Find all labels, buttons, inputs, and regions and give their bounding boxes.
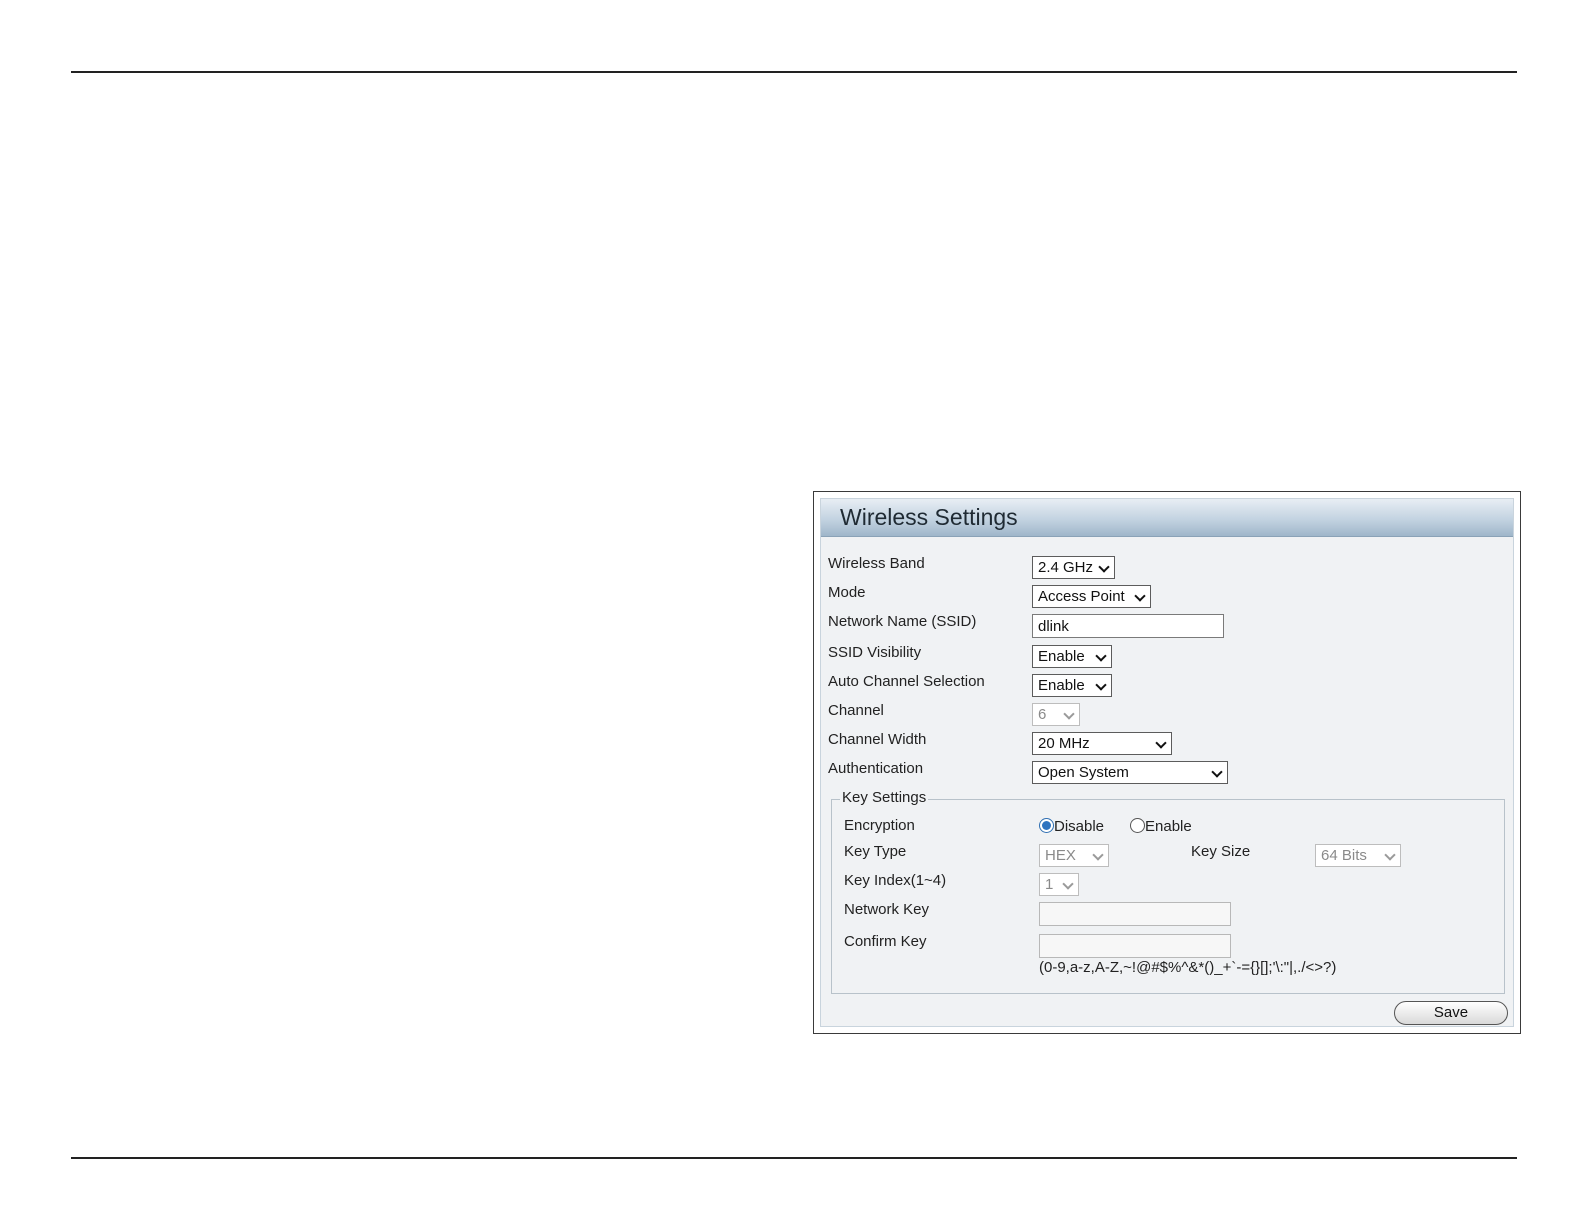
ssid-visibility-value: Enable <box>1038 648 1085 665</box>
channel-width-label: Channel Width <box>828 731 927 748</box>
encryption-label: Encryption <box>844 817 915 834</box>
chevron-down-icon <box>1092 849 1104 861</box>
key-size-value: 64 Bits <box>1321 847 1367 864</box>
key-settings-legend: Key Settings <box>840 789 929 806</box>
encryption-enable-radio[interactable] <box>1130 818 1145 833</box>
channel-width-select[interactable]: 20 MHz <box>1032 732 1172 755</box>
channel-width-value: 20 MHz <box>1038 735 1090 752</box>
chevron-down-icon <box>1095 650 1107 662</box>
confirm-key-label: Confirm Key <box>844 933 927 950</box>
channel-select[interactable]: 6 <box>1032 703 1080 726</box>
ssid-visibility-select[interactable]: Enable <box>1032 645 1112 668</box>
save-button[interactable]: Save <box>1394 1001 1508 1025</box>
bottom-rule <box>71 1157 1517 1159</box>
ssid-input[interactable]: dlink <box>1032 614 1224 638</box>
network-key-label: Network Key <box>844 901 930 918</box>
wireless-band-select[interactable]: 2.4 GHz <box>1032 556 1115 579</box>
chevron-down-icon <box>1134 590 1146 602</box>
encryption-enable-label: Enable <box>1145 818 1192 835</box>
chevron-down-icon <box>1095 679 1107 691</box>
ssid-label: Network Name (SSID) <box>828 613 977 630</box>
key-index-select[interactable]: 1 <box>1039 873 1079 896</box>
confirm-key-input[interactable] <box>1039 934 1231 958</box>
wireless-band-label: Wireless Band <box>828 555 925 572</box>
wireless-settings-panel: Wireless Settings Wireless Band 2.4 GHz … <box>813 491 1521 1034</box>
wireless-band-value: 2.4 GHz <box>1038 559 1094 576</box>
panel-title: Wireless Settings <box>840 504 1018 530</box>
chevron-down-icon <box>1384 849 1396 861</box>
chevron-down-icon <box>1062 878 1074 890</box>
key-type-select[interactable]: HEX <box>1039 844 1109 867</box>
auto-channel-select[interactable]: Enable <box>1032 674 1112 697</box>
authentication-select[interactable]: Open System <box>1032 761 1228 784</box>
auto-channel-label: Auto Channel Selection <box>828 673 985 690</box>
mode-value: Access Point <box>1038 588 1125 605</box>
key-type-value: HEX <box>1045 847 1076 864</box>
channel-label: Channel <box>828 702 884 719</box>
network-key-input[interactable] <box>1039 902 1231 926</box>
mode-label: Mode <box>828 584 866 601</box>
key-size-select[interactable]: 64 Bits <box>1315 844 1401 867</box>
ssid-visibility-label: SSID Visibility <box>828 644 922 661</box>
chevron-down-icon <box>1063 708 1075 720</box>
chevron-down-icon <box>1098 561 1110 573</box>
encryption-disable-radio[interactable] <box>1039 818 1054 833</box>
authentication-label: Authentication <box>828 760 924 777</box>
mode-select[interactable]: Access Point <box>1032 585 1151 608</box>
auto-channel-value: Enable <box>1038 677 1085 694</box>
top-rule <box>71 71 1517 73</box>
key-index-value: 1 <box>1045 876 1054 893</box>
chevron-down-icon <box>1155 737 1167 749</box>
key-size-label: Key Size <box>1191 843 1251 860</box>
channel-value: 6 <box>1038 706 1047 723</box>
encryption-disable-label: Disable <box>1054 818 1105 835</box>
key-index-label: Key Index(1~4) <box>844 872 947 889</box>
chevron-down-icon <box>1211 766 1223 778</box>
key-type-label: Key Type <box>844 843 907 860</box>
panel-body: Wireless Settings Wireless Band 2.4 GHz … <box>820 498 1514 1027</box>
authentication-value: Open System <box>1038 764 1129 781</box>
allowed-characters-hint: (0-9,a-z,A-Z,~!@#$%^&*()_+`-={}[];'\:"|,… <box>1039 959 1337 976</box>
panel-header: Wireless Settings <box>821 499 1513 537</box>
